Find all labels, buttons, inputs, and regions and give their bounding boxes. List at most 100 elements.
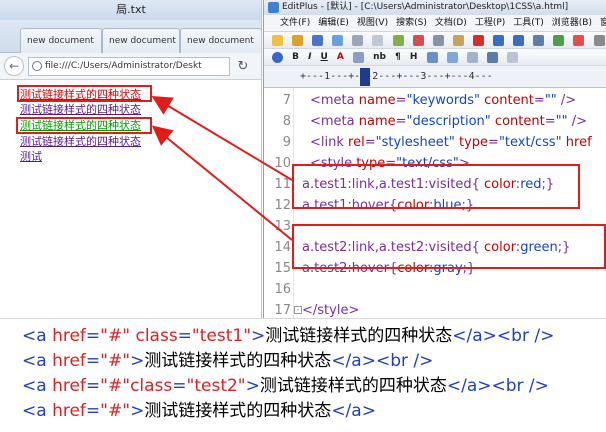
align-icon[interactable] <box>352 52 364 63</box>
menu-browser[interactable]: 浏览器(B) <box>548 15 596 31</box>
source-line-4: <a href="#">测试链接样式的四种状态</a> <box>22 399 376 423</box>
font-color-button[interactable]: A <box>337 49 344 65</box>
menu-file[interactable]: 文件(F) <box>264 15 314 31</box>
code-token: "" <box>555 114 568 129</box>
code-line[interactable]: 17- </style> <box>264 300 606 318</box>
line-number: 8 <box>282 114 291 129</box>
source-token: > <box>245 376 260 396</box>
code-line[interactable]: 8 <meta name="description" content="" /> <box>264 111 606 132</box>
code-token: = <box>533 93 545 108</box>
menu-document[interactable]: 文档(D) <box>431 15 471 31</box>
bold-button[interactable]: B <box>292 49 299 65</box>
code-token: = <box>364 135 376 150</box>
source-line-3: <a href="#"class="test2">测试链接样式的四种状态</a>… <box>22 374 549 398</box>
italic-button[interactable]: I <box>308 49 311 65</box>
source-token: "test2" <box>186 376 246 396</box>
save-all-icon[interactable] <box>332 35 344 46</box>
code-line[interactable]: 16 <box>264 279 606 300</box>
cut-icon[interactable] <box>412 35 424 46</box>
source-token: "#" <box>100 351 131 371</box>
code-line[interactable]: 9 <link rel="stylesheet" type="text/css" … <box>264 132 606 153</box>
source-token: href <box>52 401 86 421</box>
font-icon[interactable] <box>573 35 585 46</box>
code-token: <meta <box>310 114 359 129</box>
html-tool-icon[interactable] <box>506 52 518 63</box>
menu-search[interactable]: 搜索(S) <box>392 15 431 31</box>
browser-tab-3[interactable]: new document <box>180 28 261 53</box>
redo-icon[interactable] <box>513 35 525 46</box>
comment-icon[interactable] <box>486 52 498 63</box>
code-token: = <box>544 114 556 129</box>
code-line[interactable]: 7 <meta name="keywords" content="" /> <box>264 90 606 111</box>
menu-tools[interactable]: 工具(T) <box>509 15 548 31</box>
menu-window[interactable]: 窗口 <box>596 15 606 31</box>
link-test[interactable]: 测试 <box>20 150 42 164</box>
source-token: class <box>135 326 178 346</box>
browser-tab-bar: new document new document new document <box>0 20 261 53</box>
wordwrap-icon[interactable] <box>593 35 605 46</box>
print-icon[interactable] <box>352 35 364 46</box>
source-token: = <box>177 326 192 346</box>
save-icon[interactable] <box>312 35 324 46</box>
code-token: name <box>358 114 396 129</box>
replace-icon[interactable] <box>553 35 565 46</box>
source-token: > <box>251 326 266 346</box>
line-number: 13 <box>274 219 291 234</box>
menu-edit[interactable]: 编辑(E) <box>314 15 353 31</box>
fold-toggle-icon[interactable]: - <box>294 306 302 314</box>
source-token: > <box>130 351 145 371</box>
line-number: 10 <box>274 156 291 171</box>
source-token: <a <box>22 376 53 396</box>
source-token: = <box>85 326 101 346</box>
image-icon[interactable] <box>426 52 438 63</box>
preview-icon[interactable] <box>372 35 384 46</box>
table-icon[interactable] <box>446 52 458 63</box>
open-folder-icon[interactable] <box>292 35 304 46</box>
menu-view[interactable]: 视图(V) <box>353 15 392 31</box>
find-icon[interactable] <box>533 35 545 46</box>
menu-project[interactable]: 工程(P) <box>471 15 509 31</box>
spell-check-icon[interactable] <box>392 35 404 46</box>
link-plain-b[interactable]: 测试链接样式的四种状态 <box>20 135 141 149</box>
undo-icon[interactable] <box>493 35 505 46</box>
form-icon[interactable] <box>466 52 478 63</box>
code-token: "text/css" <box>498 135 562 150</box>
address-bar[interactable]: file:///C:/Users/Administrator/Deskt <box>28 57 230 76</box>
highlight-box-link3 <box>16 117 152 134</box>
line-number: 14 <box>274 240 291 255</box>
browser-tab-2[interactable]: new document <box>102 28 180 53</box>
underline-button[interactable]: U <box>321 49 328 65</box>
html-source-listing: <a href="#" class="test1">测试链接样式的四种状态</a… <box>0 318 606 432</box>
code-token: href <box>565 135 592 150</box>
paste-icon[interactable] <box>452 35 464 46</box>
code-token: = <box>488 135 499 150</box>
heading-button[interactable]: H <box>410 49 418 65</box>
source-token: = <box>85 351 101 371</box>
nbsp-button[interactable]: nb <box>373 49 386 65</box>
code-text: <link rel="stylesheet" type="text/css" h… <box>310 132 592 153</box>
new-file-icon[interactable] <box>272 35 283 46</box>
source-token: <a <box>22 401 53 421</box>
paragraph-button[interactable]: ¶ <box>395 49 401 65</box>
source-token: </a><br /> <box>446 376 549 396</box>
code-token: <meta <box>310 93 359 108</box>
reload-icon[interactable]: ↻ <box>234 57 252 76</box>
source-token: href <box>52 351 86 371</box>
highlight-box-link1 <box>17 85 152 102</box>
link-plain-a[interactable]: 测试链接样式的四种状态 <box>20 103 141 117</box>
source-token: <a <box>22 351 53 371</box>
browser-tab-1[interactable]: new document <box>20 28 102 53</box>
source-token: = <box>85 401 101 421</box>
copy-icon[interactable] <box>432 35 444 46</box>
globe-toolbar-icon[interactable] <box>272 52 283 63</box>
code-token: "" <box>544 93 557 108</box>
line-number: 9 <box>282 135 291 150</box>
back-arrow-icon[interactable]: ← <box>4 56 24 76</box>
editor-title: EditPlus - [默认] - [C:\Users\Administrato… <box>282 2 569 12</box>
source-token: href <box>52 326 86 346</box>
source-token: > <box>130 401 145 421</box>
delete-icon[interactable] <box>472 35 484 46</box>
code-token: name <box>358 93 396 108</box>
source-token: 测试链接样式的四种状态 <box>144 401 332 421</box>
editor-menu-bar: 文件(F) 编辑(E) 视图(V) 搜索(S) 文档(D) 工程(P) 工具(T) 浏览器(B… <box>264 15 606 32</box>
